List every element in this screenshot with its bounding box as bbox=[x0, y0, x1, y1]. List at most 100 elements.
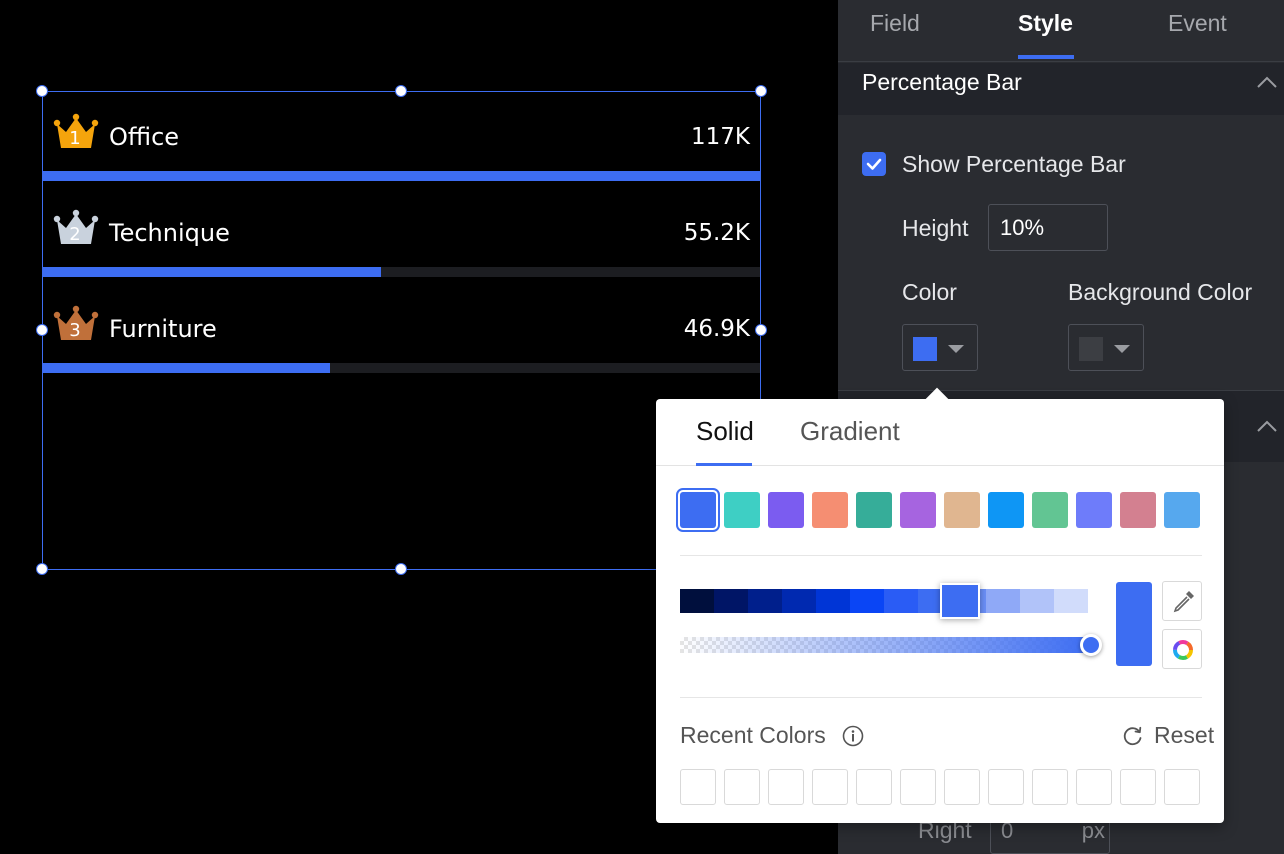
recent-color-slot[interactable] bbox=[1032, 769, 1068, 805]
recent-color-slot[interactable] bbox=[900, 769, 936, 805]
caret-down-icon bbox=[1114, 345, 1130, 353]
divider bbox=[680, 555, 1202, 556]
tab-solid[interactable]: Solid bbox=[696, 416, 754, 447]
ranking-item: 3 Furniture 46.9K bbox=[43, 284, 762, 380]
info-icon[interactable] bbox=[842, 725, 864, 747]
background-color-picker-button[interactable] bbox=[1068, 324, 1144, 371]
shade-swatch[interactable] bbox=[884, 589, 918, 613]
divider bbox=[680, 697, 1202, 698]
show-percentage-bar-label: Show Percentage Bar bbox=[902, 151, 1126, 177]
recent-color-slot[interactable] bbox=[724, 769, 760, 805]
resize-handle-bottom-left[interactable] bbox=[36, 563, 48, 575]
chevron-up-icon[interactable] bbox=[1256, 419, 1278, 433]
recent-color-slot[interactable] bbox=[1120, 769, 1156, 805]
checkmark-icon bbox=[866, 158, 882, 170]
preset-color-swatch[interactable] bbox=[676, 488, 720, 532]
recent-color-slot[interactable] bbox=[1164, 769, 1200, 805]
selected-shade[interactable] bbox=[940, 583, 980, 619]
ranking-item: 1 Office 117K bbox=[43, 92, 762, 188]
item-name: Furniture bbox=[109, 315, 217, 343]
shade-swatch[interactable] bbox=[680, 589, 714, 613]
height-input[interactable]: 10% bbox=[988, 204, 1108, 251]
preset-color-swatch[interactable] bbox=[1120, 492, 1156, 528]
preset-color-swatch[interactable] bbox=[1076, 492, 1112, 528]
shade-swatch[interactable] bbox=[1020, 589, 1054, 613]
preset-color-swatch[interactable] bbox=[900, 492, 936, 528]
show-percentage-bar-checkbox[interactable] bbox=[862, 152, 886, 176]
color-picker-button[interactable] bbox=[902, 324, 978, 371]
rank-number: 3 bbox=[69, 320, 81, 341]
recent-colors-label: Recent Colors bbox=[680, 722, 826, 748]
recent-color-slot[interactable] bbox=[1076, 769, 1112, 805]
shade-swatch[interactable] bbox=[714, 589, 748, 613]
percentage-bar-track bbox=[43, 363, 760, 373]
color-swatch bbox=[913, 337, 937, 361]
reset-icon[interactable] bbox=[1122, 725, 1144, 747]
item-value: 55.2K bbox=[683, 220, 750, 246]
preset-color-swatch[interactable] bbox=[768, 492, 804, 528]
resize-handle-bottom[interactable] bbox=[395, 563, 407, 575]
recent-color-slot[interactable] bbox=[680, 769, 716, 805]
resize-handle-right[interactable] bbox=[755, 324, 767, 336]
tab-style[interactable]: Style bbox=[1018, 10, 1073, 37]
crown-icon: 1 bbox=[53, 112, 99, 152]
color-label: Color bbox=[902, 279, 957, 305]
rank-number: 2 bbox=[69, 224, 81, 245]
resize-handle-left[interactable] bbox=[36, 324, 48, 336]
shade-swatch[interactable] bbox=[986, 589, 1020, 613]
item-value: 117K bbox=[691, 124, 750, 150]
shade-palette[interactable] bbox=[680, 583, 1090, 619]
recent-color-slot[interactable] bbox=[988, 769, 1024, 805]
percentage-bar-fill bbox=[43, 171, 760, 181]
preset-color-swatch[interactable] bbox=[812, 492, 848, 528]
background-color-swatch bbox=[1079, 337, 1103, 361]
resize-handle-top-left[interactable] bbox=[36, 85, 48, 97]
percentage-bar-section-header[interactable]: Percentage Bar bbox=[838, 63, 1284, 115]
panel-tabs: Field Style Event bbox=[838, 0, 1284, 62]
section-title: Percentage Bar bbox=[862, 69, 1022, 95]
shade-swatch[interactable] bbox=[748, 589, 782, 613]
eyedropper-button[interactable] bbox=[1162, 581, 1202, 621]
rank-number: 1 bbox=[69, 128, 81, 149]
percentage-bar-track bbox=[43, 267, 760, 277]
preset-color-swatch[interactable] bbox=[1164, 492, 1200, 528]
tab-gradient[interactable]: Gradient bbox=[800, 416, 900, 447]
opacity-slider[interactable] bbox=[680, 637, 1090, 653]
chevron-up-icon[interactable] bbox=[1256, 75, 1278, 89]
tab-active-indicator bbox=[696, 463, 752, 466]
recent-color-slot[interactable] bbox=[812, 769, 848, 805]
preset-color-swatch[interactable] bbox=[988, 492, 1024, 528]
recent-color-slot[interactable] bbox=[768, 769, 804, 805]
tab-field[interactable]: Field bbox=[870, 10, 920, 37]
tab-active-indicator bbox=[1018, 55, 1074, 59]
crown-icon: 2 bbox=[53, 208, 99, 248]
crown-icon: 3 bbox=[53, 304, 99, 344]
preset-color-swatch[interactable] bbox=[856, 492, 892, 528]
percentage-bar-fill bbox=[43, 267, 382, 277]
color-wheel-icon bbox=[1173, 640, 1193, 660]
color-picker-popup: Solid Gradient Recent Colors Reset bbox=[656, 387, 1224, 823]
background-color-label: Background Color bbox=[1068, 279, 1253, 305]
preset-color-swatch[interactable] bbox=[1032, 492, 1068, 528]
shade-swatch[interactable] bbox=[782, 589, 816, 613]
ranking-widget[interactable]: 1 Office 117K 2 Technique 55.2K 3 Furniture 46.9… bbox=[36, 85, 767, 575]
percentage-bar-track bbox=[43, 171, 760, 181]
item-name: Office bbox=[109, 123, 180, 151]
shade-swatch[interactable] bbox=[1054, 589, 1088, 613]
item-name: Technique bbox=[109, 219, 230, 247]
shade-swatch[interactable] bbox=[816, 589, 850, 613]
preset-color-swatch[interactable] bbox=[944, 492, 980, 528]
ranking-item: 2 Technique 55.2K bbox=[43, 188, 762, 284]
reset-button[interactable]: Reset bbox=[1154, 722, 1214, 749]
color-wheel-button[interactable] bbox=[1162, 629, 1202, 669]
preset-color-swatch[interactable] bbox=[724, 492, 760, 528]
resize-handle-top[interactable] bbox=[395, 85, 407, 97]
height-label: Height bbox=[902, 215, 969, 241]
resize-handle-top-right[interactable] bbox=[755, 85, 767, 97]
percentage-bar-fill bbox=[43, 363, 331, 373]
opacity-slider-handle[interactable] bbox=[1080, 634, 1102, 656]
recent-color-slot[interactable] bbox=[856, 769, 892, 805]
shade-swatch[interactable] bbox=[850, 589, 884, 613]
recent-color-slot[interactable] bbox=[944, 769, 980, 805]
tab-event[interactable]: Event bbox=[1168, 10, 1227, 37]
